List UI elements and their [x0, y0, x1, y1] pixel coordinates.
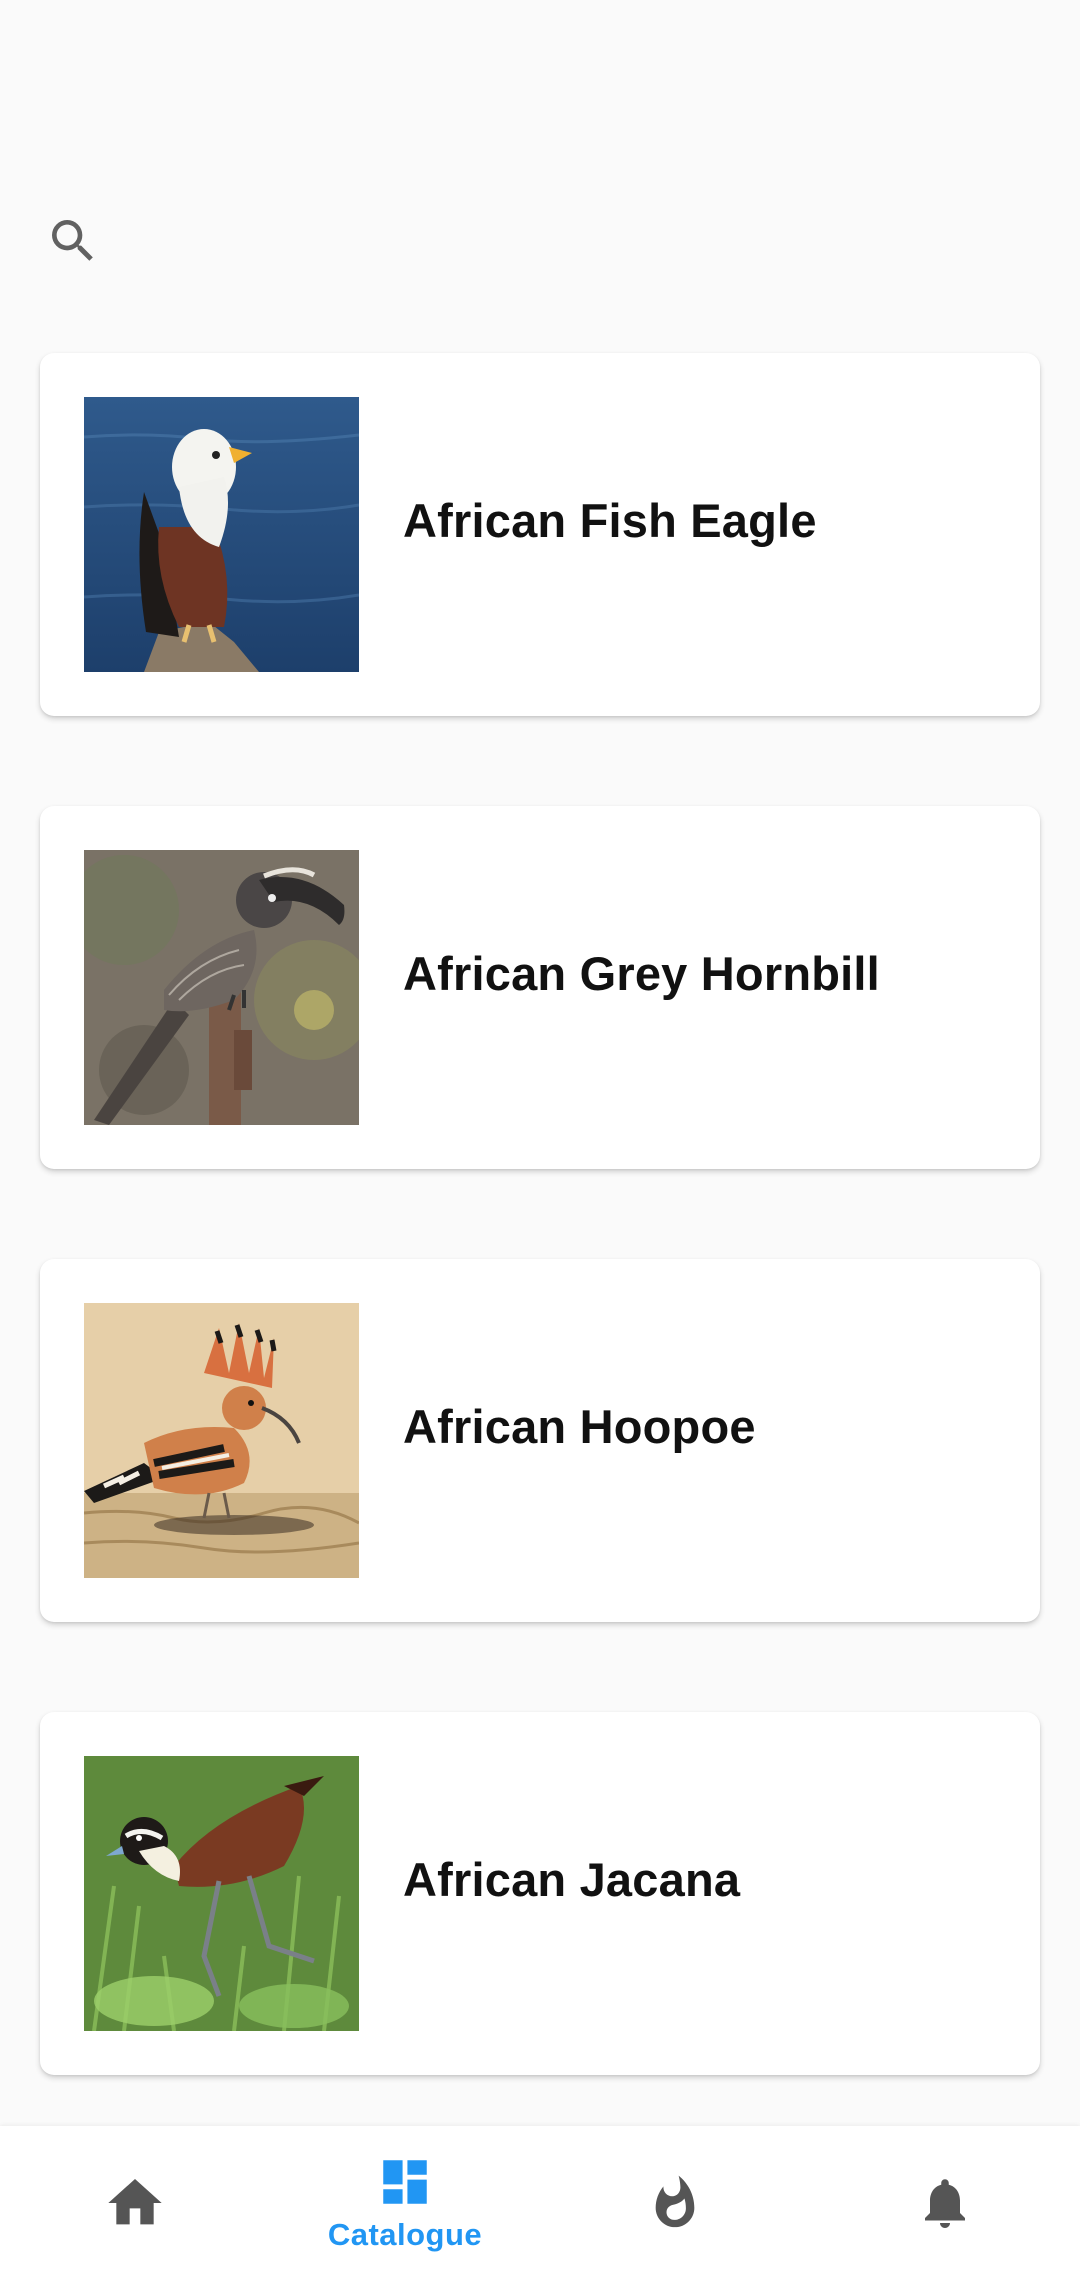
bottom-navigation: Catalogue	[0, 2126, 1080, 2280]
bird-image	[84, 397, 359, 672]
nav-catalogue-label: Catalogue	[327, 2217, 483, 2252]
screen: African Fish Eagle African Grey Hornbill…	[0, 0, 1080, 2280]
bird-image	[84, 1756, 359, 2031]
bird-image	[84, 1303, 359, 1578]
bird-card[interactable]: African Hoopoe	[40, 1259, 1040, 1622]
bird-list: African Fish Eagle African Grey Hornbill…	[40, 353, 1040, 2165]
nav-home[interactable]	[0, 2126, 270, 2280]
search-button[interactable]	[40, 208, 106, 274]
bird-name: African Grey Hornbill	[403, 947, 880, 1000]
bird-name: African Jacana	[403, 1853, 741, 1906]
nav-catalogue[interactable]: Catalogue	[270, 2126, 540, 2280]
search-icon	[52, 220, 93, 261]
nav-trending[interactable]	[540, 2126, 810, 2280]
nav-notifications[interactable]	[810, 2126, 1080, 2280]
bird-image	[84, 850, 359, 1125]
fire-icon	[655, 2175, 695, 2228]
catalogue-icon	[383, 2160, 427, 2204]
bird-card[interactable]: African Grey Hornbill	[40, 806, 1040, 1169]
bird-name: African Fish Eagle	[403, 494, 817, 547]
home-icon	[108, 2179, 162, 2225]
bird-name: African Hoopoe	[403, 1400, 756, 1453]
bird-card[interactable]: African Jacana	[40, 1712, 1040, 2075]
bell-icon	[925, 2179, 965, 2228]
bird-card[interactable]: African Fish Eagle	[40, 353, 1040, 716]
